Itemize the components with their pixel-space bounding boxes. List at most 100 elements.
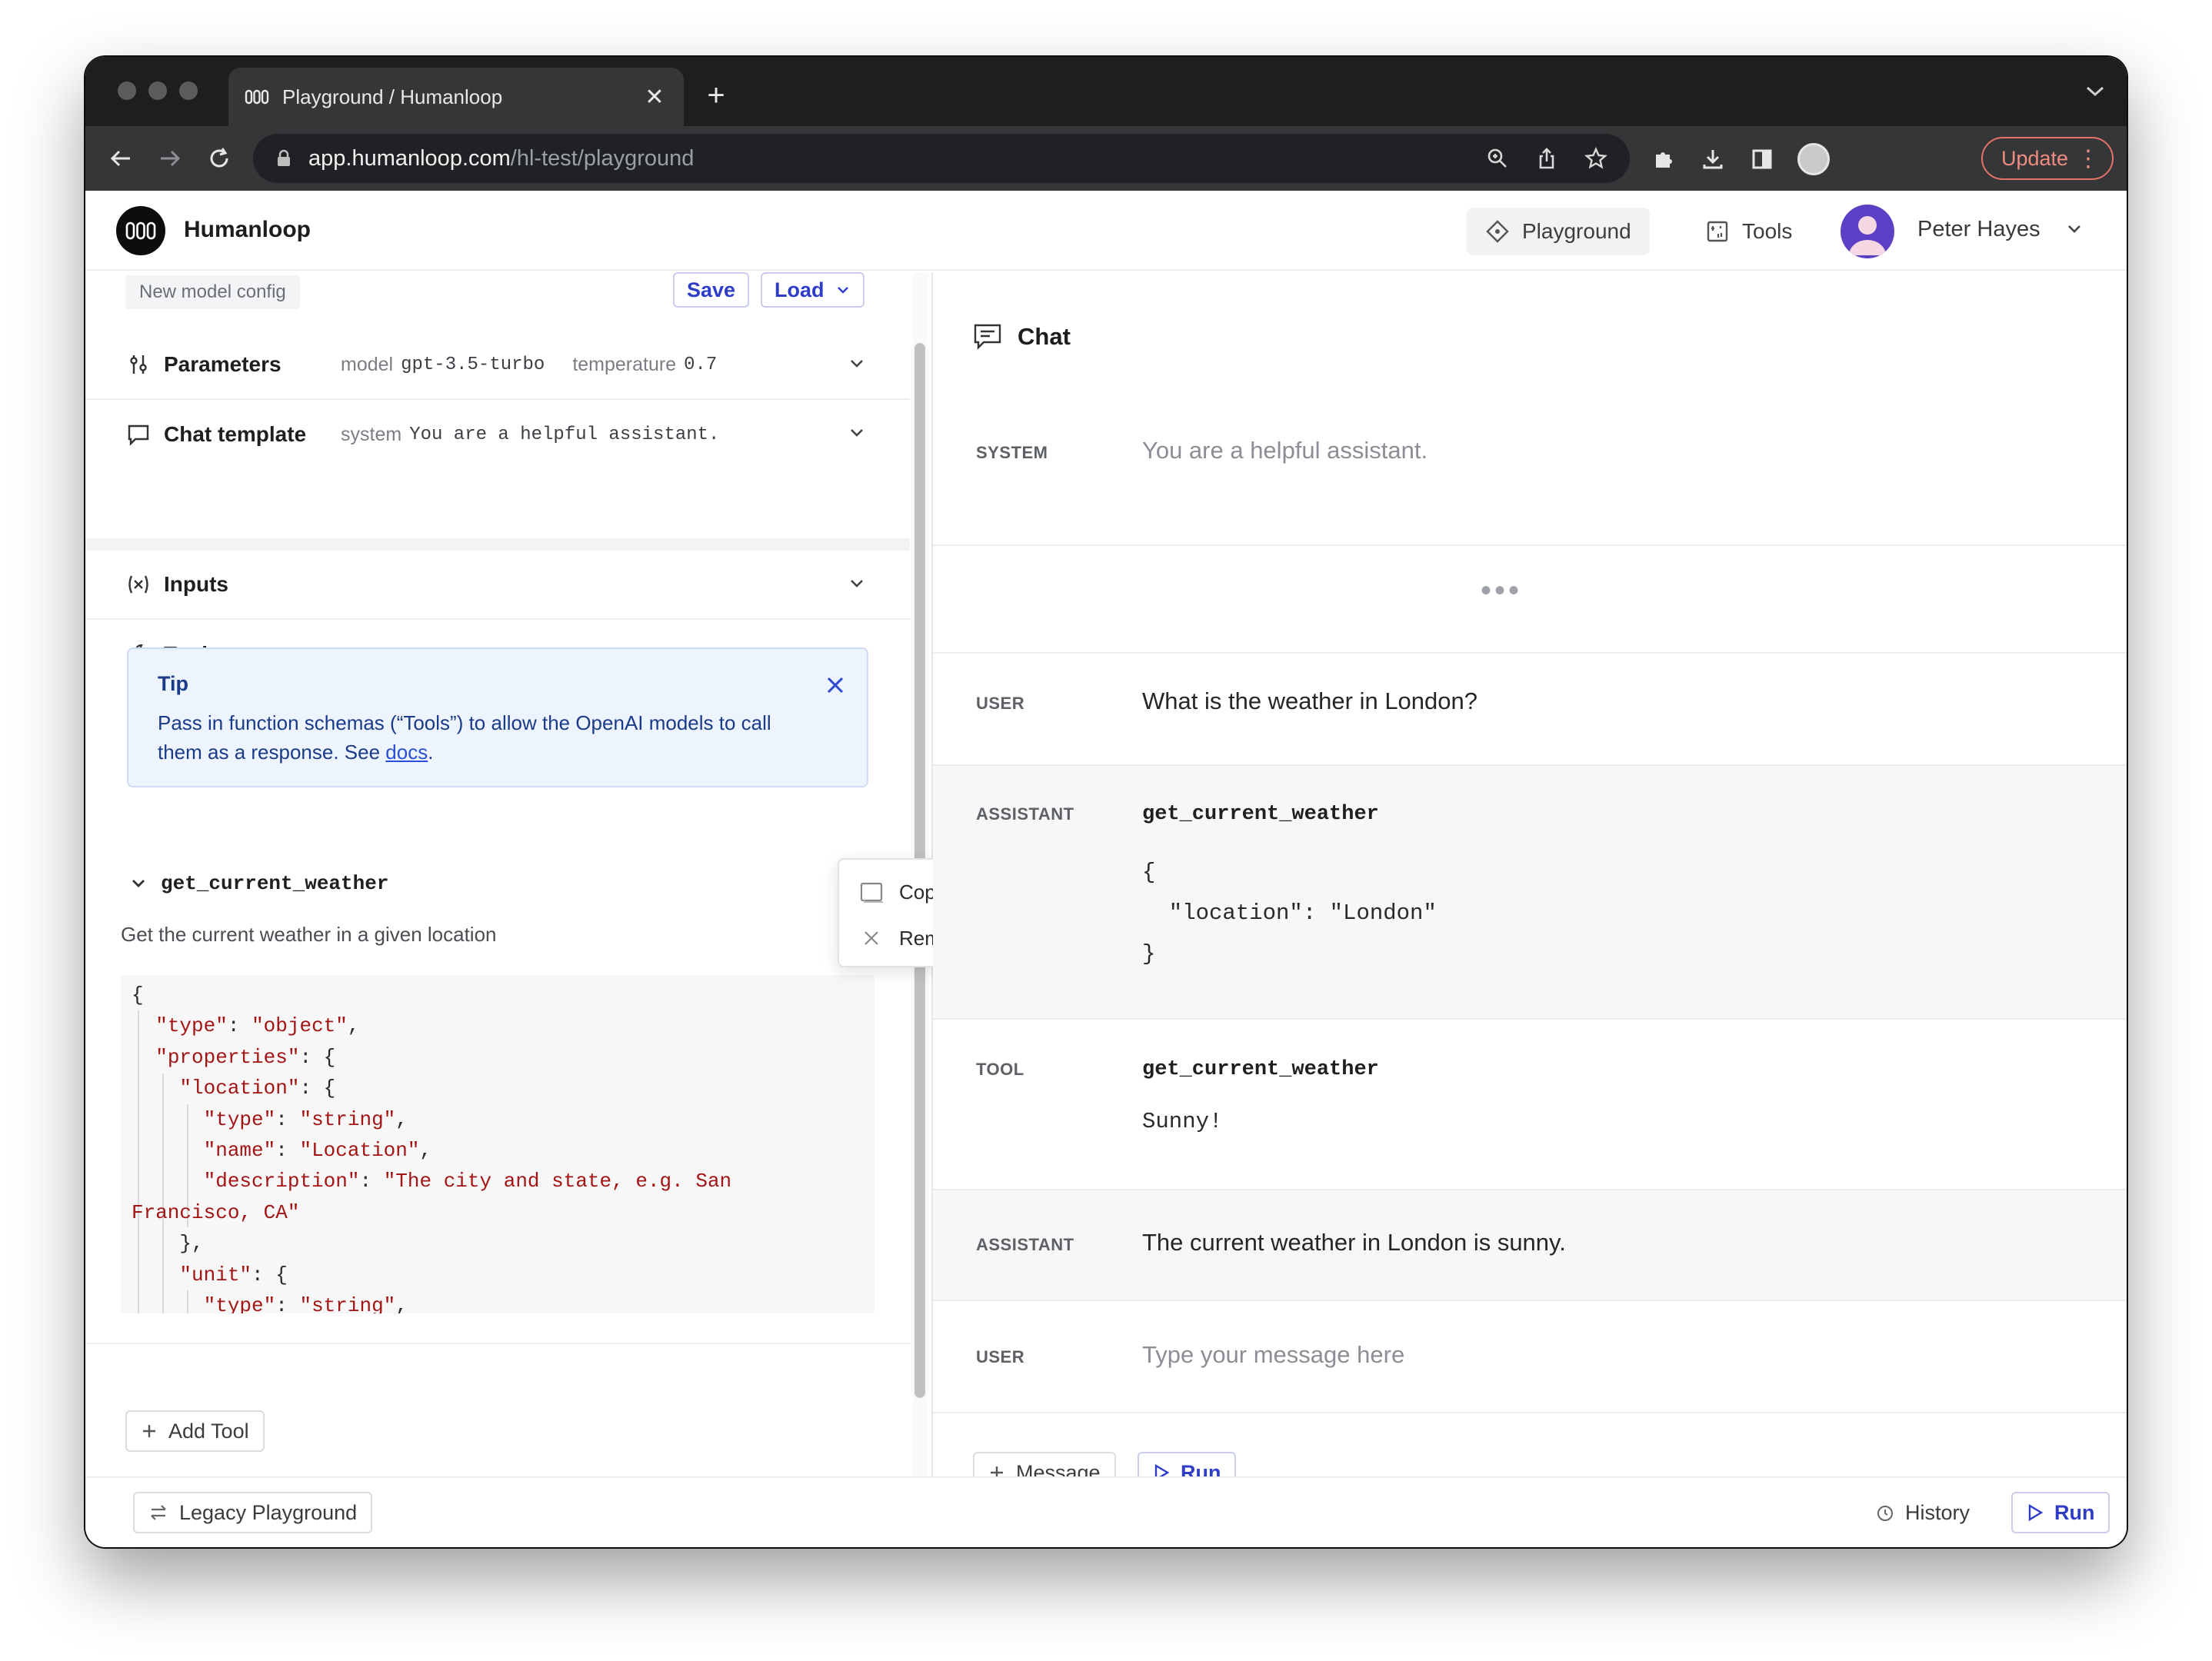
close-icon[interactable] (825, 675, 845, 695)
section-separator (85, 538, 910, 551)
close-window-dot[interactable] (118, 82, 136, 100)
nav-tools-label: Tools (1742, 219, 1793, 243)
reload-icon[interactable] (202, 141, 236, 175)
user-name[interactable]: Peter Hayes (1917, 217, 2040, 242)
update-button[interactable]: Update ⋮ (1981, 137, 2114, 180)
nav-playground[interactable]: Playground (1467, 208, 1650, 255)
assistant-function-call-message[interactable]: ASSISTANT get_current_weather { "locatio… (933, 766, 2127, 1020)
extensions-puzzle-icon[interactable] (1650, 145, 1677, 173)
message-input[interactable]: Type your message here (1142, 1341, 1404, 1369)
download-icon[interactable] (1699, 145, 1727, 173)
divider (85, 1343, 910, 1344)
history-button[interactable]: History (1876, 1501, 1970, 1525)
chat-title: Chat (1018, 323, 1071, 350)
load-button[interactable]: Load (761, 272, 864, 308)
add-message-button[interactable]: Message (973, 1452, 1116, 1476)
footer-bar: Legacy Playground History Run (85, 1476, 2127, 1547)
config-name-chip[interactable]: New model config (125, 275, 300, 309)
new-user-message[interactable]: USER Type your message here (933, 1301, 2127, 1413)
compass-icon (1486, 220, 1509, 243)
model-key: model (341, 353, 394, 375)
load-label: Load (775, 278, 825, 301)
code-line: "description": "The city and state, e.g.… (203, 1170, 732, 1193)
message-role: TOOL (976, 1060, 1024, 1079)
new-tab-icon[interactable]: + (701, 80, 731, 111)
tip-box: Tip Pass in function schemas (“Tools”) t… (127, 647, 868, 787)
more-horizontal-icon[interactable]: ••• (1481, 574, 1522, 608)
tip-text: Pass in function schemas (“Tools”) to al… (158, 708, 788, 767)
message-role: SYSTEM (976, 443, 1048, 462)
message-text: What is the weather in London? (1142, 687, 1477, 714)
message-role: USER (976, 694, 1025, 713)
side-panel-icon[interactable] (1748, 145, 1776, 173)
nav-tools[interactable]: Tools (1687, 208, 1811, 255)
tool-header[interactable]: get_current_weather (130, 872, 388, 895)
copy-icon (860, 882, 883, 903)
maximize-window-dot[interactable] (179, 82, 198, 100)
docs-link[interactable]: docs (385, 741, 428, 764)
collapsed-messages[interactable]: ••• (933, 546, 2127, 654)
code-line: "properties": { (155, 1045, 336, 1069)
tab-search-chevron-icon[interactable] (2085, 85, 2105, 98)
code-line: "name": "Location", (203, 1139, 432, 1163)
config-panel: New model config Save Load Parameters mo… (85, 272, 910, 1476)
nav-playground-label: Playground (1522, 219, 1631, 243)
chevron-down-icon[interactable] (847, 354, 867, 374)
tool-description: Get the current weather in a given locat… (121, 923, 497, 946)
browser-profile-avatar[interactable] (1797, 143, 1830, 175)
temperature-key: temperature (572, 353, 677, 375)
humanloop-logo-icon[interactable] (116, 206, 165, 255)
tab-strip: Playground / Humanloop ✕ + (85, 57, 2127, 126)
legacy-playground-button[interactable]: Legacy Playground (133, 1492, 373, 1533)
bookmark-star-icon[interactable] (1582, 145, 1610, 172)
share-icon[interactable] (1533, 145, 1561, 172)
chat-template-section[interactable]: Chat template system You are a helpful a… (85, 400, 910, 469)
browser-toolbar: app.humanloop.com /hl-test/playground Up… (85, 126, 2127, 191)
footer-run-button[interactable]: Run (2011, 1492, 2110, 1533)
update-label: Update (2001, 146, 2069, 170)
tab-title: Playground / Humanloop (282, 85, 503, 108)
app-header: Humanloop Playground Tools Peter Hayes (85, 191, 2127, 271)
chevron-down-icon[interactable] (2065, 220, 2084, 238)
chat-icon (974, 324, 1001, 350)
address-bar[interactable]: app.humanloop.com /hl-test/playground (253, 134, 1630, 183)
tip-text-end: . (428, 741, 434, 764)
save-button[interactable]: Save (673, 272, 750, 308)
tools-icon (1707, 221, 1728, 242)
chevron-down-icon[interactable] (847, 574, 867, 594)
message-role: USER (976, 1347, 1025, 1366)
tool-message[interactable]: TOOL get_current_weather Sunny! (933, 1020, 2127, 1190)
chevron-down-icon[interactable] (130, 875, 147, 892)
browser-menu-icon[interactable]: ⋮ (2077, 145, 2100, 172)
code-line: Francisco, CA" (132, 1200, 300, 1224)
system-message[interactable]: SYSTEM You are a helpful assistant. (933, 434, 2127, 494)
assistant-message[interactable]: ASSISTANT The current weather in London … (933, 1190, 2127, 1301)
tool-schema-editor[interactable]: { "type": "object", "properties": { "loc… (121, 975, 874, 1313)
chat-header: Chat (973, 323, 1071, 351)
message-text: The current weather in London is sunny. (1142, 1229, 1566, 1256)
user-message[interactable]: USER What is the weather in London? (933, 654, 2127, 766)
code-line: { (132, 984, 144, 1007)
inputs-section[interactable]: Inputs (85, 551, 910, 620)
minimize-window-dot[interactable] (148, 82, 167, 100)
forward-arrow-icon[interactable] (153, 141, 187, 175)
brand-name[interactable]: Humanloop (184, 217, 311, 243)
chat-run-label: Run (1181, 1460, 1221, 1477)
parameters-section[interactable]: Parameters model gpt-3.5-turbo temperatu… (85, 331, 910, 400)
sliders-icon (125, 351, 152, 378)
back-arrow-icon[interactable] (104, 141, 138, 175)
browser-tab-active[interactable]: Playground / Humanloop ✕ (228, 68, 684, 126)
play-icon (1154, 1463, 1170, 1476)
code-line: "location": { (179, 1077, 336, 1100)
plus-icon (991, 1466, 1003, 1476)
chevron-down-icon[interactable] (847, 423, 867, 443)
zoom-icon[interactable] (1484, 145, 1511, 172)
tab-close-icon[interactable]: ✕ (641, 84, 668, 111)
history-label: History (1905, 1501, 1970, 1524)
lock-icon[interactable] (273, 148, 295, 169)
add-tool-button[interactable]: Add Tool (125, 1410, 265, 1452)
code-line: }, (132, 1232, 204, 1256)
chat-run-button[interactable]: Run (1138, 1452, 1237, 1477)
user-avatar[interactable] (1841, 205, 1894, 258)
code-line: "unit": { (179, 1263, 288, 1287)
